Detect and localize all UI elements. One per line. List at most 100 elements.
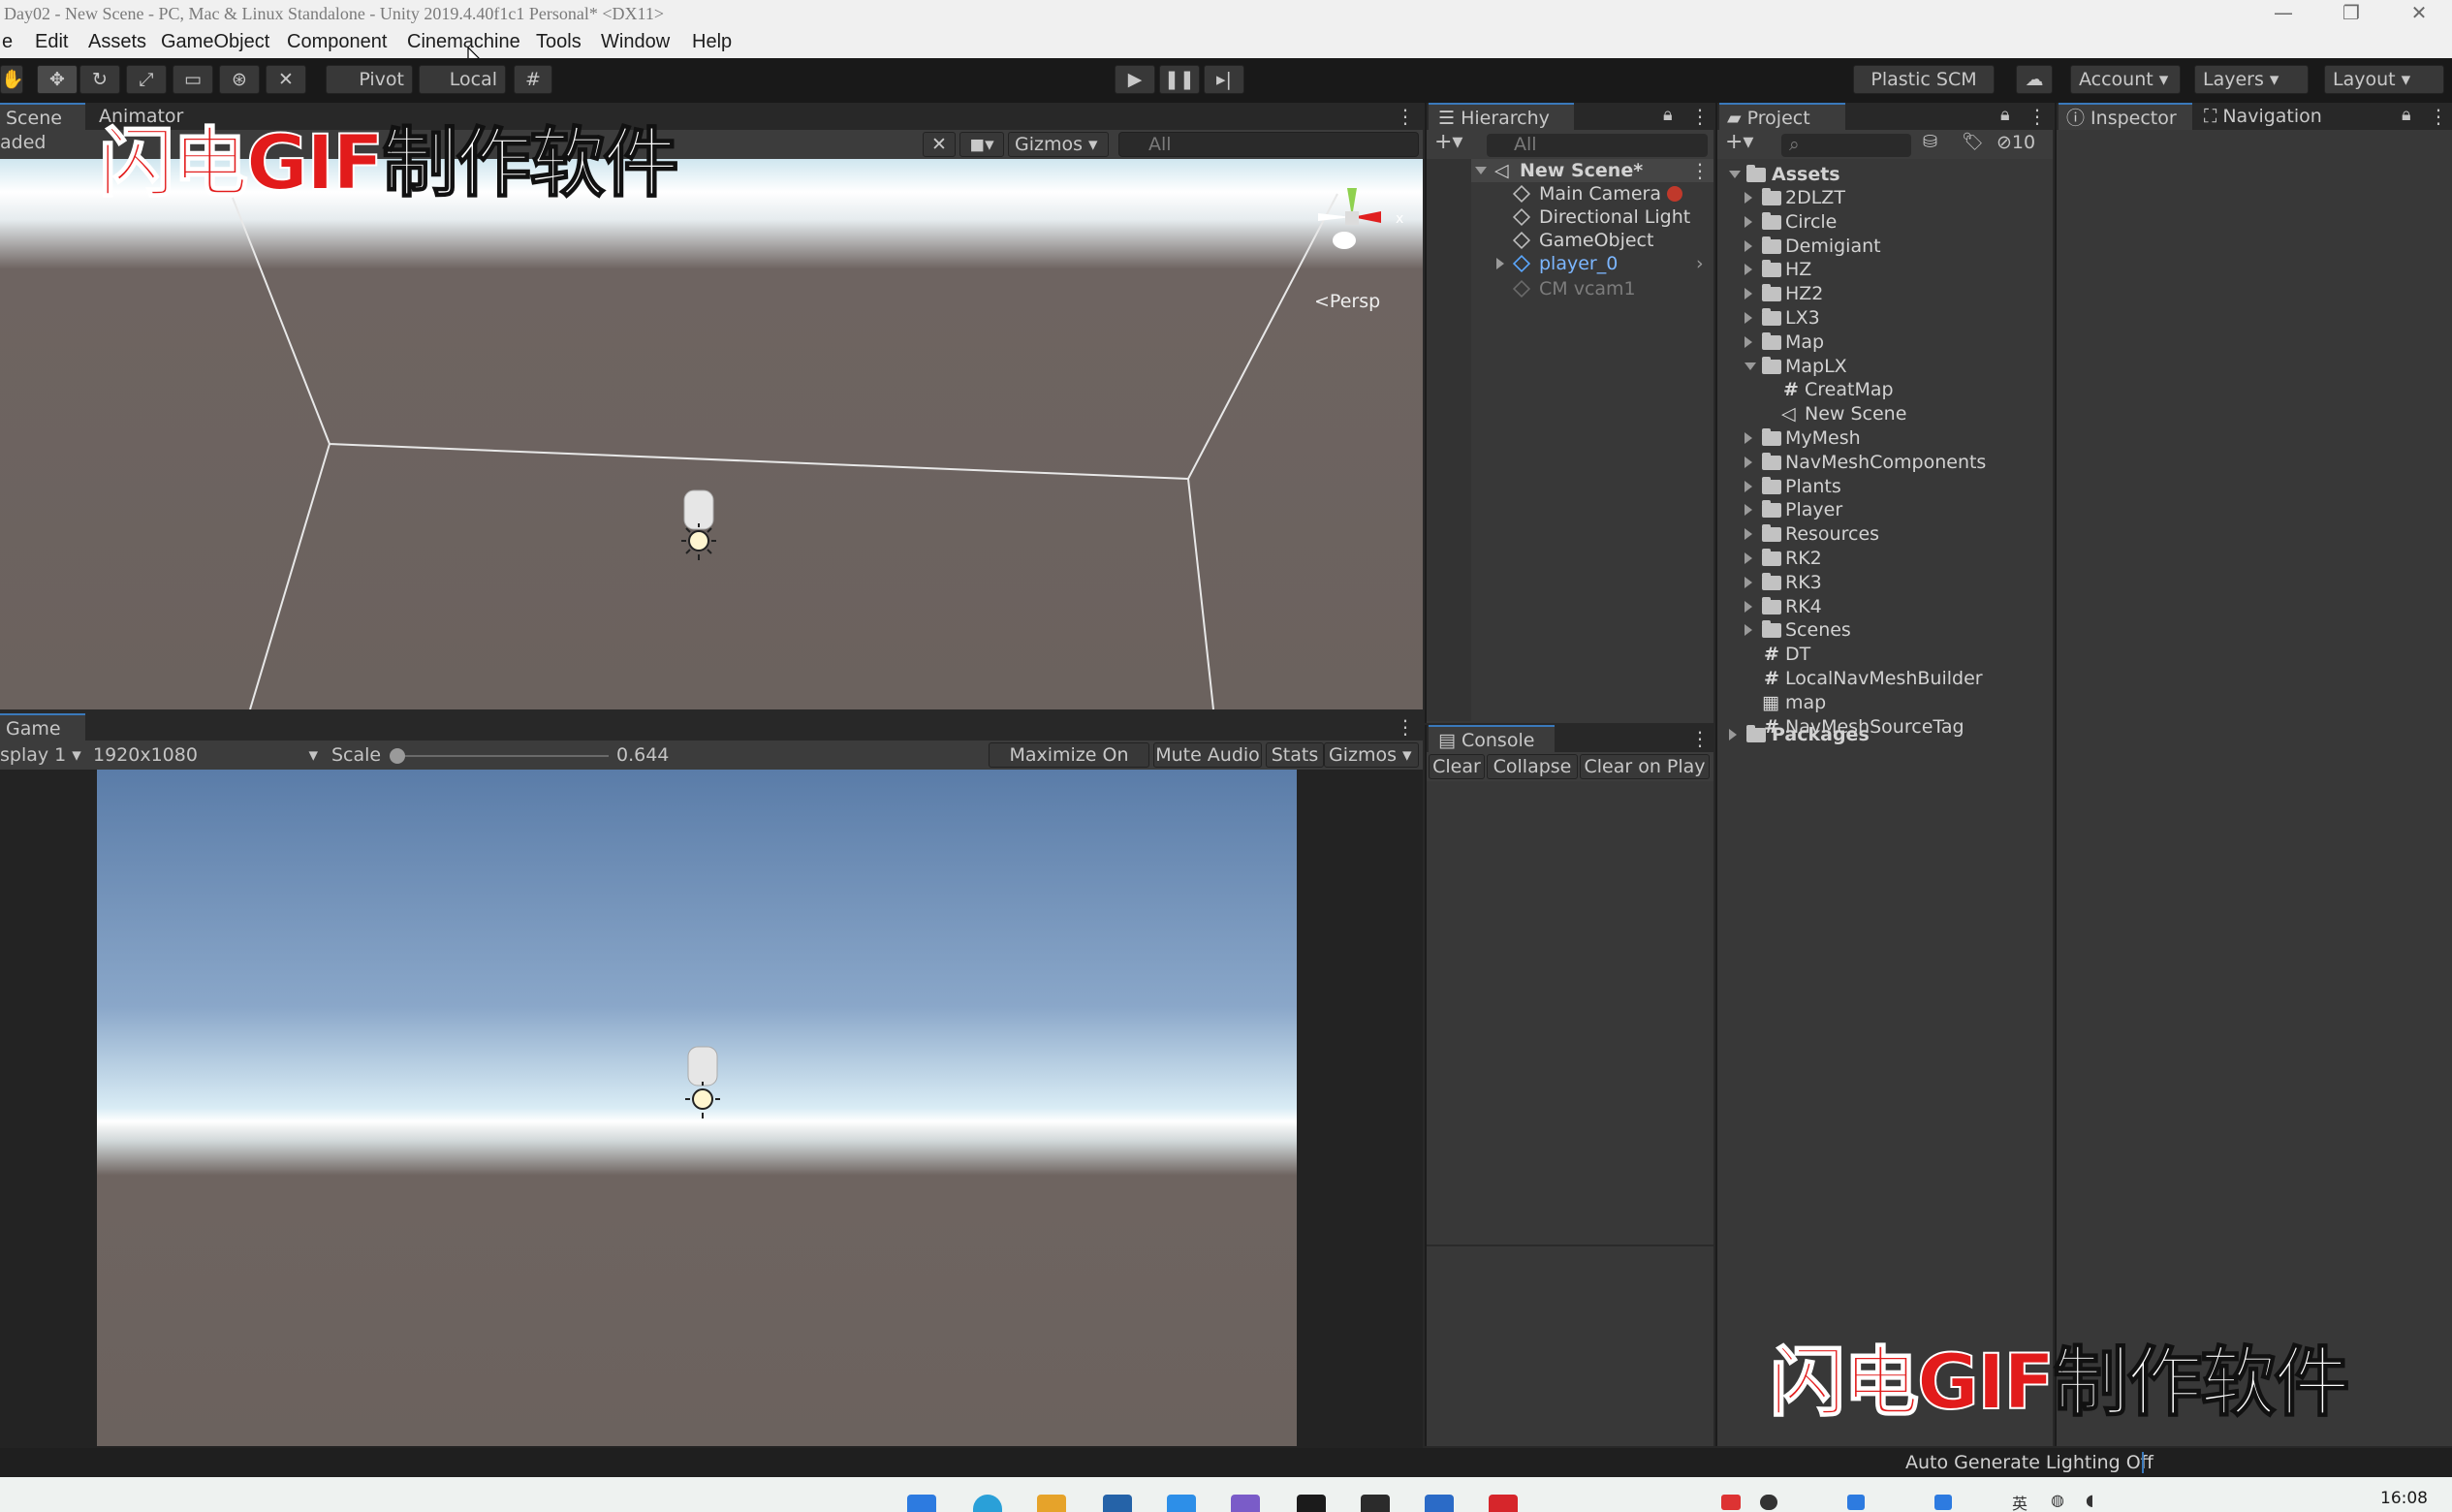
menu-component[interactable]: Component <box>287 31 387 53</box>
hierarchy-menu-icon[interactable]: ⋮ <box>1690 105 1710 128</box>
scale-slider[interactable] <box>397 755 609 757</box>
tray-app-icon[interactable] <box>1847 1495 1865 1510</box>
tab-hierarchy[interactable]: ☰ Hierarchy <box>1429 103 1574 130</box>
tab-scene[interactable]: Scene <box>0 103 85 130</box>
step-button[interactable]: ▸| <box>1204 65 1244 94</box>
expand-arrow-icon[interactable] <box>1745 312 1752 324</box>
play-button[interactable]: ▶ <box>1115 65 1155 94</box>
menu-file[interactable]: e <box>2 31 13 53</box>
minimize-button[interactable]: — <box>2254 0 2312 27</box>
stats-button[interactable]: Stats <box>1266 742 1324 768</box>
volume-icon[interactable]: ◖ <box>2086 1491 2093 1509</box>
game-gizmos-dropdown[interactable]: Gizmos ▾ <box>1324 742 1419 768</box>
hand-tool-icon[interactable]: ✋ <box>0 65 24 94</box>
close-button[interactable]: ✕ <box>2390 0 2448 27</box>
expand-arrow-icon[interactable] <box>1745 528 1752 541</box>
expand-arrow-icon[interactable] <box>1745 456 1752 468</box>
hierarchy-lock-icon[interactable]: 🔒︎ <box>1663 105 1673 125</box>
scene-menu-icon[interactable]: ⋮ <box>1396 105 1415 128</box>
account-dropdown[interactable]: Account ▾ <box>2070 65 2181 94</box>
project-add-icon[interactable]: +▾ <box>1725 130 1753 154</box>
scene-viewport[interactable]: x <Persp <box>0 159 1423 709</box>
plastic-scm-button[interactable]: Plastic SCM <box>1853 65 1995 94</box>
expand-arrow-icon[interactable] <box>1745 600 1752 613</box>
tab-console[interactable]: ▤ Console <box>1429 725 1555 752</box>
grid-snap-icon[interactable]: # <box>514 65 552 94</box>
expand-arrow-icon[interactable] <box>1729 729 1737 740</box>
visual-studio-icon[interactable] <box>1231 1495 1260 1512</box>
menu-cinemachine[interactable]: Cinemachine <box>407 31 520 53</box>
gif-recorder-icon[interactable] <box>1489 1495 1518 1512</box>
clock-time[interactable]: 16:08 <box>2380 1489 2428 1508</box>
expand-arrow-icon[interactable] <box>1745 335 1752 348</box>
network-icon[interactable]: ◍ <box>2051 1491 2064 1509</box>
menu-assets[interactable]: Assets <box>88 31 146 53</box>
tab-project[interactable]: ▰ Project <box>1719 103 1845 130</box>
expand-arrow-icon[interactable] <box>1745 552 1752 564</box>
console-clear-button[interactable]: Clear <box>1429 754 1485 779</box>
expand-arrow-icon[interactable] <box>1745 192 1752 204</box>
expand-arrow-icon[interactable] <box>1496 258 1504 269</box>
expand-arrow-icon[interactable] <box>1745 215 1752 228</box>
tab-inspector[interactable]: ⓘ Inspector <box>2059 103 2192 130</box>
expand-arrow-icon[interactable] <box>1745 264 1752 276</box>
tab-navigation[interactable]: ⛶ Navigation <box>2198 103 2353 130</box>
move-tool-icon[interactable]: ✥ <box>37 65 78 94</box>
restore-button[interactable]: ❐ <box>2322 0 2380 27</box>
app-icon[interactable] <box>1167 1495 1196 1512</box>
tray-qq-icon[interactable] <box>1760 1495 1777 1510</box>
layout-dropdown[interactable]: Layout ▾ <box>2324 65 2444 94</box>
inspector-menu-icon[interactable]: ⋮ <box>2429 105 2448 128</box>
custom-tool-icon[interactable]: ✕ <box>266 65 306 94</box>
expand-arrow-icon[interactable] <box>1745 624 1752 637</box>
pivot-toggle[interactable]: Pivot <box>326 65 413 94</box>
scene-gizmos-dropdown[interactable]: Gizmos ▾ <box>1008 132 1109 157</box>
expand-arrow-icon[interactable] <box>1745 480 1752 492</box>
chevron-right-icon[interactable]: › <box>1696 252 1704 275</box>
hidden-packages-toggle[interactable]: ⊘10 <box>1996 132 2035 153</box>
menu-gameobject[interactable]: GameObject <box>161 31 269 53</box>
scale-tool-icon[interactable]: ⤢ <box>126 65 167 94</box>
game-viewport[interactable] <box>97 770 1297 1446</box>
scene-camera-icon[interactable]: ◼▾ <box>959 132 1004 157</box>
console-menu-icon[interactable]: ⋮ <box>1690 727 1710 750</box>
scene-search-input[interactable]: All <box>1118 132 1419 157</box>
resolution-dropdown[interactable]: 1920x1080 ▾ <box>93 744 318 766</box>
scene-row-menu-icon[interactable]: ⋮ <box>1690 159 1710 182</box>
maximize-on-play-button[interactable]: Maximize On Play <box>989 742 1149 789</box>
unity-icon[interactable] <box>1361 1495 1390 1512</box>
inspector-lock-icon[interactable]: 🔒︎ <box>2402 105 2411 125</box>
mute-audio-button[interactable]: Mute Audio <box>1153 742 1262 768</box>
local-toggle[interactable]: Local <box>419 65 506 94</box>
input-language[interactable]: 英 <box>2012 1491 2028 1512</box>
hierarchy-search-input[interactable]: All <box>1487 134 1708 157</box>
expand-arrow-icon[interactable] <box>1745 288 1752 300</box>
menu-tools[interactable]: Tools <box>536 31 582 53</box>
layers-dropdown[interactable]: Layers ▾ <box>2194 65 2309 94</box>
console-collapse-button[interactable]: Collapse <box>1487 754 1578 779</box>
tray-app-icon[interactable] <box>1721 1495 1741 1510</box>
store-icon[interactable] <box>1103 1495 1132 1512</box>
menu-help[interactable]: Help <box>692 31 732 53</box>
expand-arrow-icon[interactable] <box>1475 167 1487 174</box>
filter-by-label-icon[interactable]: 🏷︎ <box>1962 132 1984 152</box>
start-icon[interactable] <box>907 1495 936 1512</box>
transform-tool-icon[interactable]: ⊛ <box>219 65 260 94</box>
expand-arrow-icon[interactable] <box>1745 576 1752 588</box>
tab-game[interactable]: Game <box>0 713 85 740</box>
persp-label[interactable]: <Persp <box>1314 291 1380 312</box>
rect-tool-icon[interactable]: ▭ <box>173 65 213 94</box>
console-clear-on-play-button[interactable]: Clear on Play <box>1580 754 1710 779</box>
expand-arrow-icon[interactable] <box>1729 171 1741 178</box>
scene-orientation-gizmo[interactable]: x <box>1299 178 1415 285</box>
scene-tools-icon[interactable]: ✕ <box>923 132 956 157</box>
project-lock-icon[interactable]: 🔒︎ <box>2000 105 2010 125</box>
explorer-icon[interactable] <box>1037 1495 1066 1512</box>
scene-draw-mode[interactable]: aded <box>0 132 46 153</box>
qq-icon[interactable] <box>1297 1495 1326 1512</box>
project-menu-icon[interactable]: ⋮ <box>2028 105 2047 128</box>
filter-by-type-icon[interactable]: ⛁ <box>1923 132 1937 152</box>
project-search-input[interactable]: ⌕ <box>1781 134 1911 157</box>
pause-button[interactable]: ❚❚ <box>1159 65 1200 94</box>
cloud-icon[interactable]: ☁ <box>2016 65 2053 94</box>
